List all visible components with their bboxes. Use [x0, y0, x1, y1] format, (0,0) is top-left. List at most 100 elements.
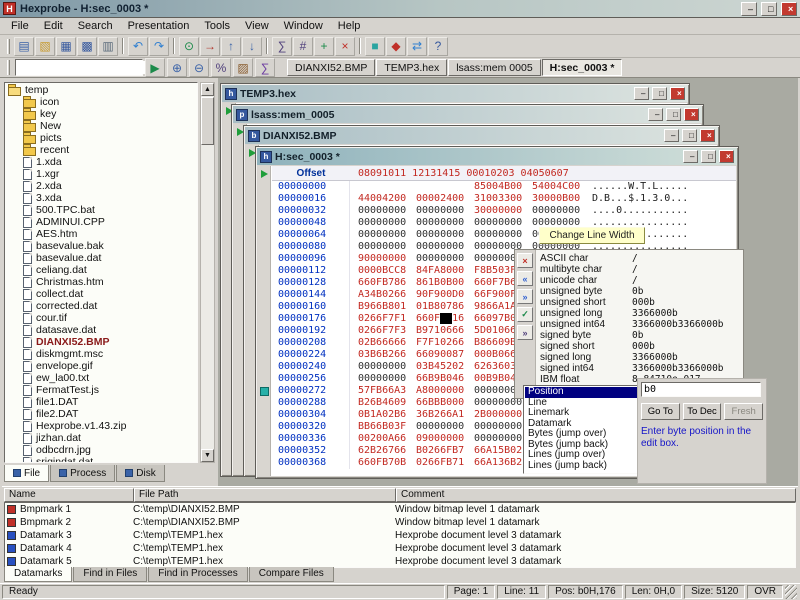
hex-group[interactable]: 660FB786 [358, 277, 408, 289]
tree-item[interactable]: ADMINUI.CPP [6, 216, 196, 228]
mdi-title-bar[interactable]: h TEMP3.hex – □ × [222, 85, 688, 102]
calculator-button[interactable]: ∑ [272, 36, 292, 56]
hex-row[interactable]: 00000064 00000000 00000000 00000000 0000… [272, 229, 736, 241]
hex-group[interactable]: 09000000 [416, 433, 466, 445]
hex-group[interactable]: 00000000 [474, 433, 524, 445]
tree-item[interactable]: corrected.dat [6, 300, 196, 312]
hex-group[interactable]: 00000000 [416, 229, 466, 241]
hex-group[interactable]: 44004200 [358, 193, 408, 205]
tree-item[interactable]: file2.DAT [6, 408, 196, 420]
tree-item[interactable]: 500.TPC.bat [6, 204, 196, 216]
bookmark-button[interactable]: ■ [365, 36, 385, 56]
jump-up-button[interactable]: ↑ [221, 36, 241, 56]
tree-item[interactable]: DIANXI52.BMP [6, 336, 196, 348]
toolbar-grip[interactable] [7, 38, 10, 54]
redo-button[interactable]: ↷ [149, 36, 169, 56]
hex-group[interactable]: 03B45202 [416, 361, 466, 373]
mdi-title-bar[interactable]: p lsass:mem_0005 – □ × [233, 106, 702, 123]
column-header-comment[interactable]: Comment [396, 488, 796, 502]
menu-presentation[interactable]: Presentation [121, 19, 197, 33]
hex-group[interactable]: 01B80786 [416, 301, 466, 313]
tree-item[interactable]: AES.htm [6, 228, 196, 240]
hex-group[interactable]: 00000000 [474, 229, 524, 241]
tree-item[interactable]: icon [6, 95, 196, 108]
inspector-more-button[interactable]: » [517, 325, 533, 340]
search-combo[interactable]: ▼ [15, 59, 161, 76]
hex-group[interactable]: 90F900D0 [416, 289, 466, 301]
run-button[interactable]: ▶ [145, 58, 165, 77]
doc-tab-lsass[interactable]: lsass:mem 0005 [448, 59, 541, 76]
tree-item[interactable]: datasave.dat [6, 324, 196, 336]
go-to-button[interactable]: Go To [641, 403, 680, 420]
hex-group[interactable]: 861B0B00 [416, 277, 466, 289]
hex-group[interactable]: 0266F7F1 [358, 313, 408, 325]
menu-help[interactable]: Help [331, 19, 368, 33]
tree-item[interactable]: 1.xda [6, 156, 196, 168]
hex-group[interactable]: B9710666 [416, 325, 466, 337]
hex-ascii[interactable]: ......W.T.L..... [592, 181, 688, 193]
tree-item[interactable]: srigindat.dat [6, 456, 196, 462]
goto-mode-option[interactable]: Position [525, 386, 639, 398]
find-button[interactable]: ⊙ [179, 36, 199, 56]
checksum-button[interactable]: ∑ [255, 58, 275, 77]
new-file-button[interactable]: ▤ [14, 36, 34, 56]
to-dec-button[interactable]: To Dec [682, 403, 722, 420]
hex-group[interactable]: 00000000 [416, 253, 466, 265]
resize-grip[interactable] [785, 585, 797, 599]
hex-group[interactable]: 00000000 [358, 229, 408, 241]
doc-tab-hsec0003[interactable]: H:sec_0003 * [541, 59, 623, 76]
minimize-button[interactable]: – [741, 1, 757, 16]
insert-button[interactable]: + [314, 36, 334, 56]
panel-tab-process[interactable]: Process [50, 465, 116, 482]
hex-row[interactable]: 00000048 00000000 00000000 00000000 0000… [272, 217, 736, 229]
hex-group[interactable]: 00002400 [416, 193, 466, 205]
print-button[interactable]: ▥ [98, 36, 118, 56]
hex-group[interactable]: F7F10266 [416, 337, 466, 349]
save-button[interactable]: ▦ [56, 36, 76, 56]
scroll-down-icon[interactable]: ▼ [201, 449, 214, 462]
column-header-name[interactable]: Name [4, 488, 134, 502]
hex-group[interactable]: 0B1A02B6 [358, 409, 408, 421]
hex-row[interactable]: 00000000 85004B00 54004C00 ......W.T.L..… [272, 181, 736, 193]
mdi-minimize-button[interactable]: – [664, 129, 679, 142]
hex-group[interactable]: 0266FB71 [416, 457, 466, 469]
table-row[interactable]: Datamark 4 C:\temp\TEMP1.hex Hexprobe do… [5, 542, 795, 555]
hex-group[interactable]: 2B000000 [474, 409, 524, 421]
hex-group[interactable]: 30000B00 [532, 193, 582, 205]
mdi-close-button[interactable]: × [684, 108, 699, 121]
tab-compare-files[interactable]: Compare Files [248, 567, 334, 582]
hex-group[interactable]: 00000000 [474, 217, 524, 229]
datamark-button[interactable]: ◆ [386, 36, 406, 56]
hex-group[interactable]: 00000000 [532, 205, 582, 217]
panel-tab-file[interactable]: File [4, 465, 50, 482]
tree-item[interactable]: 3.xda [6, 192, 196, 204]
hex-group[interactable]: 66A136B2 [474, 457, 524, 469]
hex-group[interactable]: B26B4609 [358, 397, 408, 409]
hex-group[interactable]: 57FB66A3 [358, 385, 408, 397]
goto-position-input[interactable] [641, 382, 761, 397]
goto-mode-listbox[interactable]: Position Line Linemark Datamark Bytes (j… [523, 385, 641, 474]
tab-find-in-files[interactable]: Find in Files [73, 567, 148, 582]
tree-item[interactable]: basevalue.dat [6, 252, 196, 264]
inspector-next-button[interactable]: » [517, 289, 533, 304]
maximize-button[interactable]: □ [761, 1, 777, 16]
hex-group[interactable]: 84FA8000 [416, 265, 466, 277]
tree-item[interactable]: temp [6, 83, 196, 96]
mdi-close-button[interactable]: × [670, 87, 685, 100]
hex-group[interactable]: 66BBB000 [416, 397, 466, 409]
fresh-button[interactable]: Fresh [724, 403, 764, 420]
mdi-title-bar[interactable]: h H:sec_0003 * – □ × [257, 148, 737, 165]
hex-group[interactable]: 30000000 [474, 205, 524, 217]
zoom-out-button[interactable]: ⊖ [189, 58, 209, 77]
tree-item[interactable]: basevalue.bak [6, 240, 196, 252]
table-row[interactable]: Bmpmark 1 C:\temp\DIANXI52.BMP Window bi… [5, 503, 795, 516]
mdi-maximize-button[interactable]: □ [701, 150, 716, 163]
menu-edit[interactable]: Edit [37, 19, 70, 33]
hex-group[interactable]: 36B266A1 [416, 409, 466, 421]
compare-button[interactable]: ⇄ [407, 36, 427, 56]
undo-button[interactable]: ↶ [128, 36, 148, 56]
hex-ascii[interactable]: D.B...$.1.3.0... [592, 193, 688, 205]
mask-button[interactable]: # [293, 36, 313, 56]
menu-file[interactable]: File [4, 19, 36, 33]
ratio-button[interactable]: % [211, 58, 231, 77]
